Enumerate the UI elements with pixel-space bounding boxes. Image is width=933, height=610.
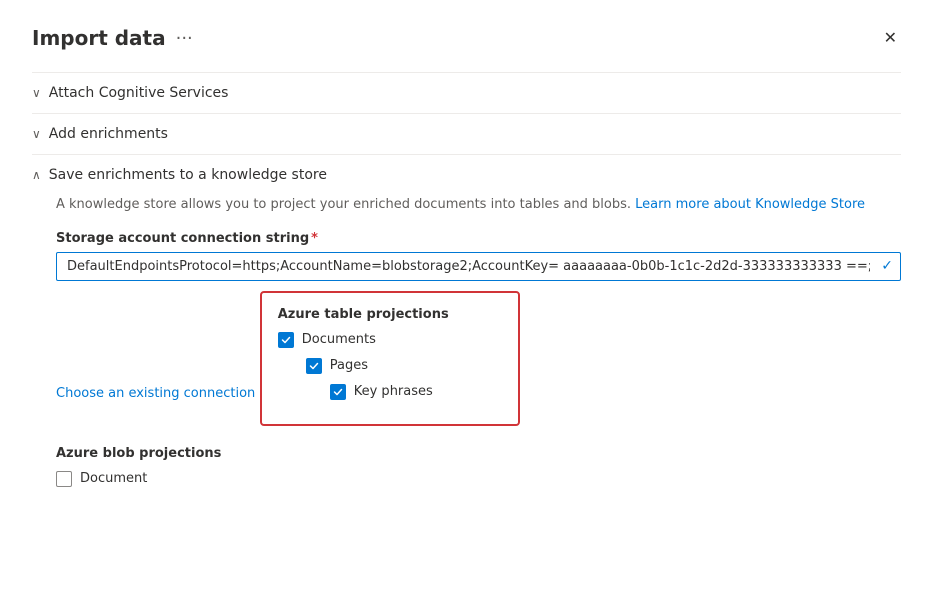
accordion-save-enrichments: ∧ Save enrichments to a knowledge store … (32, 154, 901, 513)
azure-table-projections-box: Azure table projections Documents (260, 291, 520, 426)
accordion-attach-cognitive-label: Attach Cognitive Services (49, 85, 229, 101)
checkbox-documents: Documents (278, 332, 502, 348)
checkbox-document-blob: Document (56, 471, 901, 487)
import-data-panel: Import data ··· ✕ ∨ Attach Cognitive Ser… (0, 0, 933, 610)
azure-blob-projections-title: Azure blob projections (56, 446, 901, 461)
chevron-down-icon-2: ∨ (32, 127, 41, 141)
chevron-down-icon: ∨ (32, 86, 41, 100)
chevron-up-icon: ∧ (32, 168, 41, 182)
connection-string-wrapper: ✓ (56, 252, 901, 281)
pages-checkbox[interactable] (306, 358, 322, 374)
checkbox-pages: Pages (306, 358, 502, 374)
connection-string-input[interactable] (56, 252, 901, 281)
panel-header: Import data ··· ✕ (32, 24, 901, 52)
azure-blob-projections-section: Azure blob projections Document (56, 446, 901, 487)
panel-title: Import data (32, 26, 166, 50)
accordion-save-enrichments-label: Save enrichments to a knowledge store (49, 167, 327, 183)
accordion-attach-cognitive-header[interactable]: ∨ Attach Cognitive Services (32, 73, 901, 113)
accordion-add-enrichments-label: Add enrichments (49, 126, 168, 142)
save-enrichments-content: A knowledge store allows you to project … (32, 195, 901, 513)
input-checkmark-icon: ✓ (881, 258, 893, 274)
learn-more-link[interactable]: Learn more about Knowledge Store (635, 197, 865, 212)
pages-label: Pages (330, 358, 368, 373)
close-button[interactable]: ✕ (880, 24, 901, 52)
storage-label: Storage account connection string* (56, 231, 901, 246)
accordion-add-enrichments: ∨ Add enrichments (32, 113, 901, 154)
required-star: * (311, 231, 318, 246)
accordion-save-enrichments-header[interactable]: ∧ Save enrichments to a knowledge store (32, 155, 901, 195)
documents-label: Documents (302, 332, 376, 347)
document-blob-checkbox[interactable] (56, 471, 72, 487)
panel-ellipsis-button[interactable]: ··· (176, 28, 193, 49)
document-blob-label: Document (80, 471, 147, 486)
documents-checkbox[interactable] (278, 332, 294, 348)
accordion-attach-cognitive: ∨ Attach Cognitive Services (32, 72, 901, 113)
checkbox-key-phrases: Key phrases (330, 384, 502, 400)
accordion-add-enrichments-header[interactable]: ∨ Add enrichments (32, 114, 901, 154)
choose-existing-connection-link[interactable]: Choose an existing connection (56, 386, 255, 401)
key-phrases-label: Key phrases (354, 384, 433, 399)
knowledge-store-description: A knowledge store allows you to project … (56, 195, 901, 215)
title-group: Import data ··· (32, 26, 193, 50)
key-phrases-checkbox[interactable] (330, 384, 346, 400)
azure-table-projections-title: Azure table projections (278, 307, 502, 322)
